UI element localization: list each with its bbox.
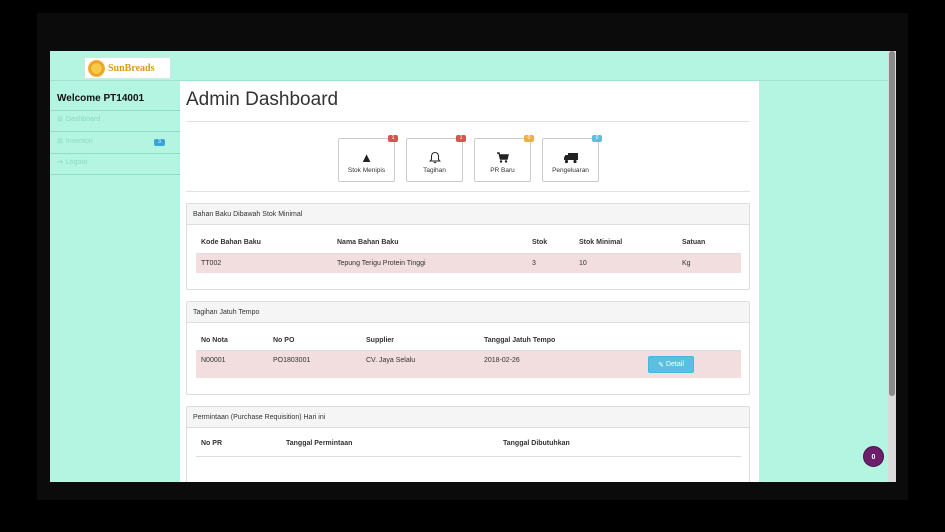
column-header: No PR	[201, 440, 222, 447]
tile-pengeluaran[interactable]: 0 Pengeluaran	[542, 135, 602, 182]
column-header: Stok Minimal	[579, 239, 623, 246]
table-cell: 3	[532, 260, 536, 267]
tile-badge: 0	[592, 135, 602, 142]
tile-tagihan[interactable]: 1 Tagihan	[406, 135, 466, 182]
sidebar-item-label: Inventori	[65, 137, 93, 145]
panel-heading: Permintaan (Purchase Requisition) Hari i…	[187, 407, 749, 428]
dashboard-icon: ⊞	[57, 138, 63, 145]
panel-heading: Tagihan Jatuh Tempo	[187, 302, 749, 323]
sidebar-item-inventori[interactable]: ⊞ Inventori	[57, 137, 93, 146]
pencil-icon: ✎	[658, 361, 664, 369]
tile-pr-baru[interactable]: 0 PR Baru	[474, 135, 534, 182]
sidebar-item-dashboard[interactable]: ⊞ Dashboard	[57, 115, 101, 124]
sidebar-divider	[50, 110, 180, 111]
truck-icon	[563, 151, 579, 164]
bell-icon	[428, 151, 441, 164]
brand-name: SunBreads	[108, 62, 155, 74]
table-cell: TT002	[201, 260, 222, 267]
sidebar-divider	[50, 131, 180, 132]
title-divider	[186, 121, 750, 122]
column-header: Nama Bahan Baku	[337, 239, 399, 246]
column-header: Supplier	[366, 337, 395, 344]
table-cell: 10	[579, 260, 587, 267]
table-cell: CV. Jaya Selalu	[366, 357, 416, 364]
table-divider	[196, 456, 741, 457]
table-row: TT002 Tepung Terigu Protein Tinggi 3 10 …	[196, 254, 741, 273]
top-navbar: SunBreads	[50, 51, 896, 81]
panel-tagihan: Tagihan Jatuh Tempo No Nota No PO Suppli…	[186, 301, 750, 395]
panel-heading: Bahan Baku Dibawah Stok Minimal	[187, 204, 749, 225]
column-header: Satuan	[682, 239, 706, 246]
sidebar-item-label: Dashboard	[65, 115, 101, 123]
tile-badge: 1	[456, 135, 466, 142]
chat-bubble-button[interactable]: 0	[863, 446, 884, 467]
tile-label: Stok Menipis	[347, 167, 386, 174]
brand-logo[interactable]: SunBreads	[84, 57, 171, 79]
tile-label: Pengeluaran	[552, 167, 589, 174]
scrollbar-thumb[interactable]	[889, 51, 895, 396]
dashboard-icon: ⊞	[57, 116, 63, 123]
table-cell: Tepung Terigu Protein Tinggi	[337, 260, 426, 267]
column-header: No PO	[273, 337, 295, 344]
panel-stok-minimal: Bahan Baku Dibawah Stok Minimal Kode Bah…	[186, 203, 750, 290]
sidebar-badge: 3	[154, 139, 165, 146]
page-scrollbar[interactable]	[888, 51, 896, 482]
app-window: SunBreads Welcome PT14001 ⊞ Dashboard ⊞ …	[50, 51, 896, 482]
sidebar-divider	[50, 153, 180, 154]
column-header: Tanggal Dibutuhkan	[503, 440, 570, 447]
table-cell: 2018-02-26	[484, 357, 520, 364]
column-header: Kode Bahan Baku	[201, 239, 261, 246]
column-header: Tanggal Jatuh Tempo	[484, 337, 556, 344]
tiles-divider	[186, 191, 750, 192]
column-header: No Nota	[201, 337, 228, 344]
table-cell: PO1803001	[273, 357, 311, 364]
sidebar-item-label: Logout	[65, 158, 88, 166]
main-content: Admin Dashboard 1 ▲ Stok Menipis 1 Tagih…	[180, 81, 759, 482]
sidebar-item-logout[interactable]: ⇥ Logout	[57, 158, 88, 167]
sun-logo-icon	[88, 59, 105, 77]
page-title: Admin Dashboard	[186, 89, 339, 110]
tile-label: Tagihan	[423, 167, 446, 174]
warning-icon: ▲	[360, 150, 373, 165]
tile-badge: 0	[524, 135, 534, 142]
column-header: Tanggal Permintaan	[286, 440, 353, 447]
tile-badge: 1	[388, 135, 398, 142]
tile-stok-menipis[interactable]: 1 ▲ Stok Menipis	[338, 135, 398, 182]
tile-label: PR Baru	[490, 167, 515, 174]
column-header: Stok	[532, 239, 548, 246]
welcome-text: Welcome PT14001	[57, 93, 145, 104]
screen-frame: SunBreads Welcome PT14001 ⊞ Dashboard ⊞ …	[0, 0, 945, 532]
cart-icon	[496, 151, 509, 164]
sidebar-divider	[50, 174, 180, 175]
detail-button-label: Detail	[665, 361, 684, 368]
sidebar: Welcome PT14001 ⊞ Dashboard ⊞ Inventori …	[50, 81, 180, 482]
table-cell: N00001	[201, 357, 226, 364]
logout-icon: ⇥	[57, 159, 63, 166]
table-row: N00001 PO1803001 CV. Jaya Selalu 2018-02…	[196, 351, 741, 378]
table-cell: Kg	[682, 260, 691, 267]
panel-purchase-requisition: Permintaan (Purchase Requisition) Hari i…	[186, 406, 750, 482]
detail-button[interactable]: ✎ Detail	[648, 356, 694, 373]
